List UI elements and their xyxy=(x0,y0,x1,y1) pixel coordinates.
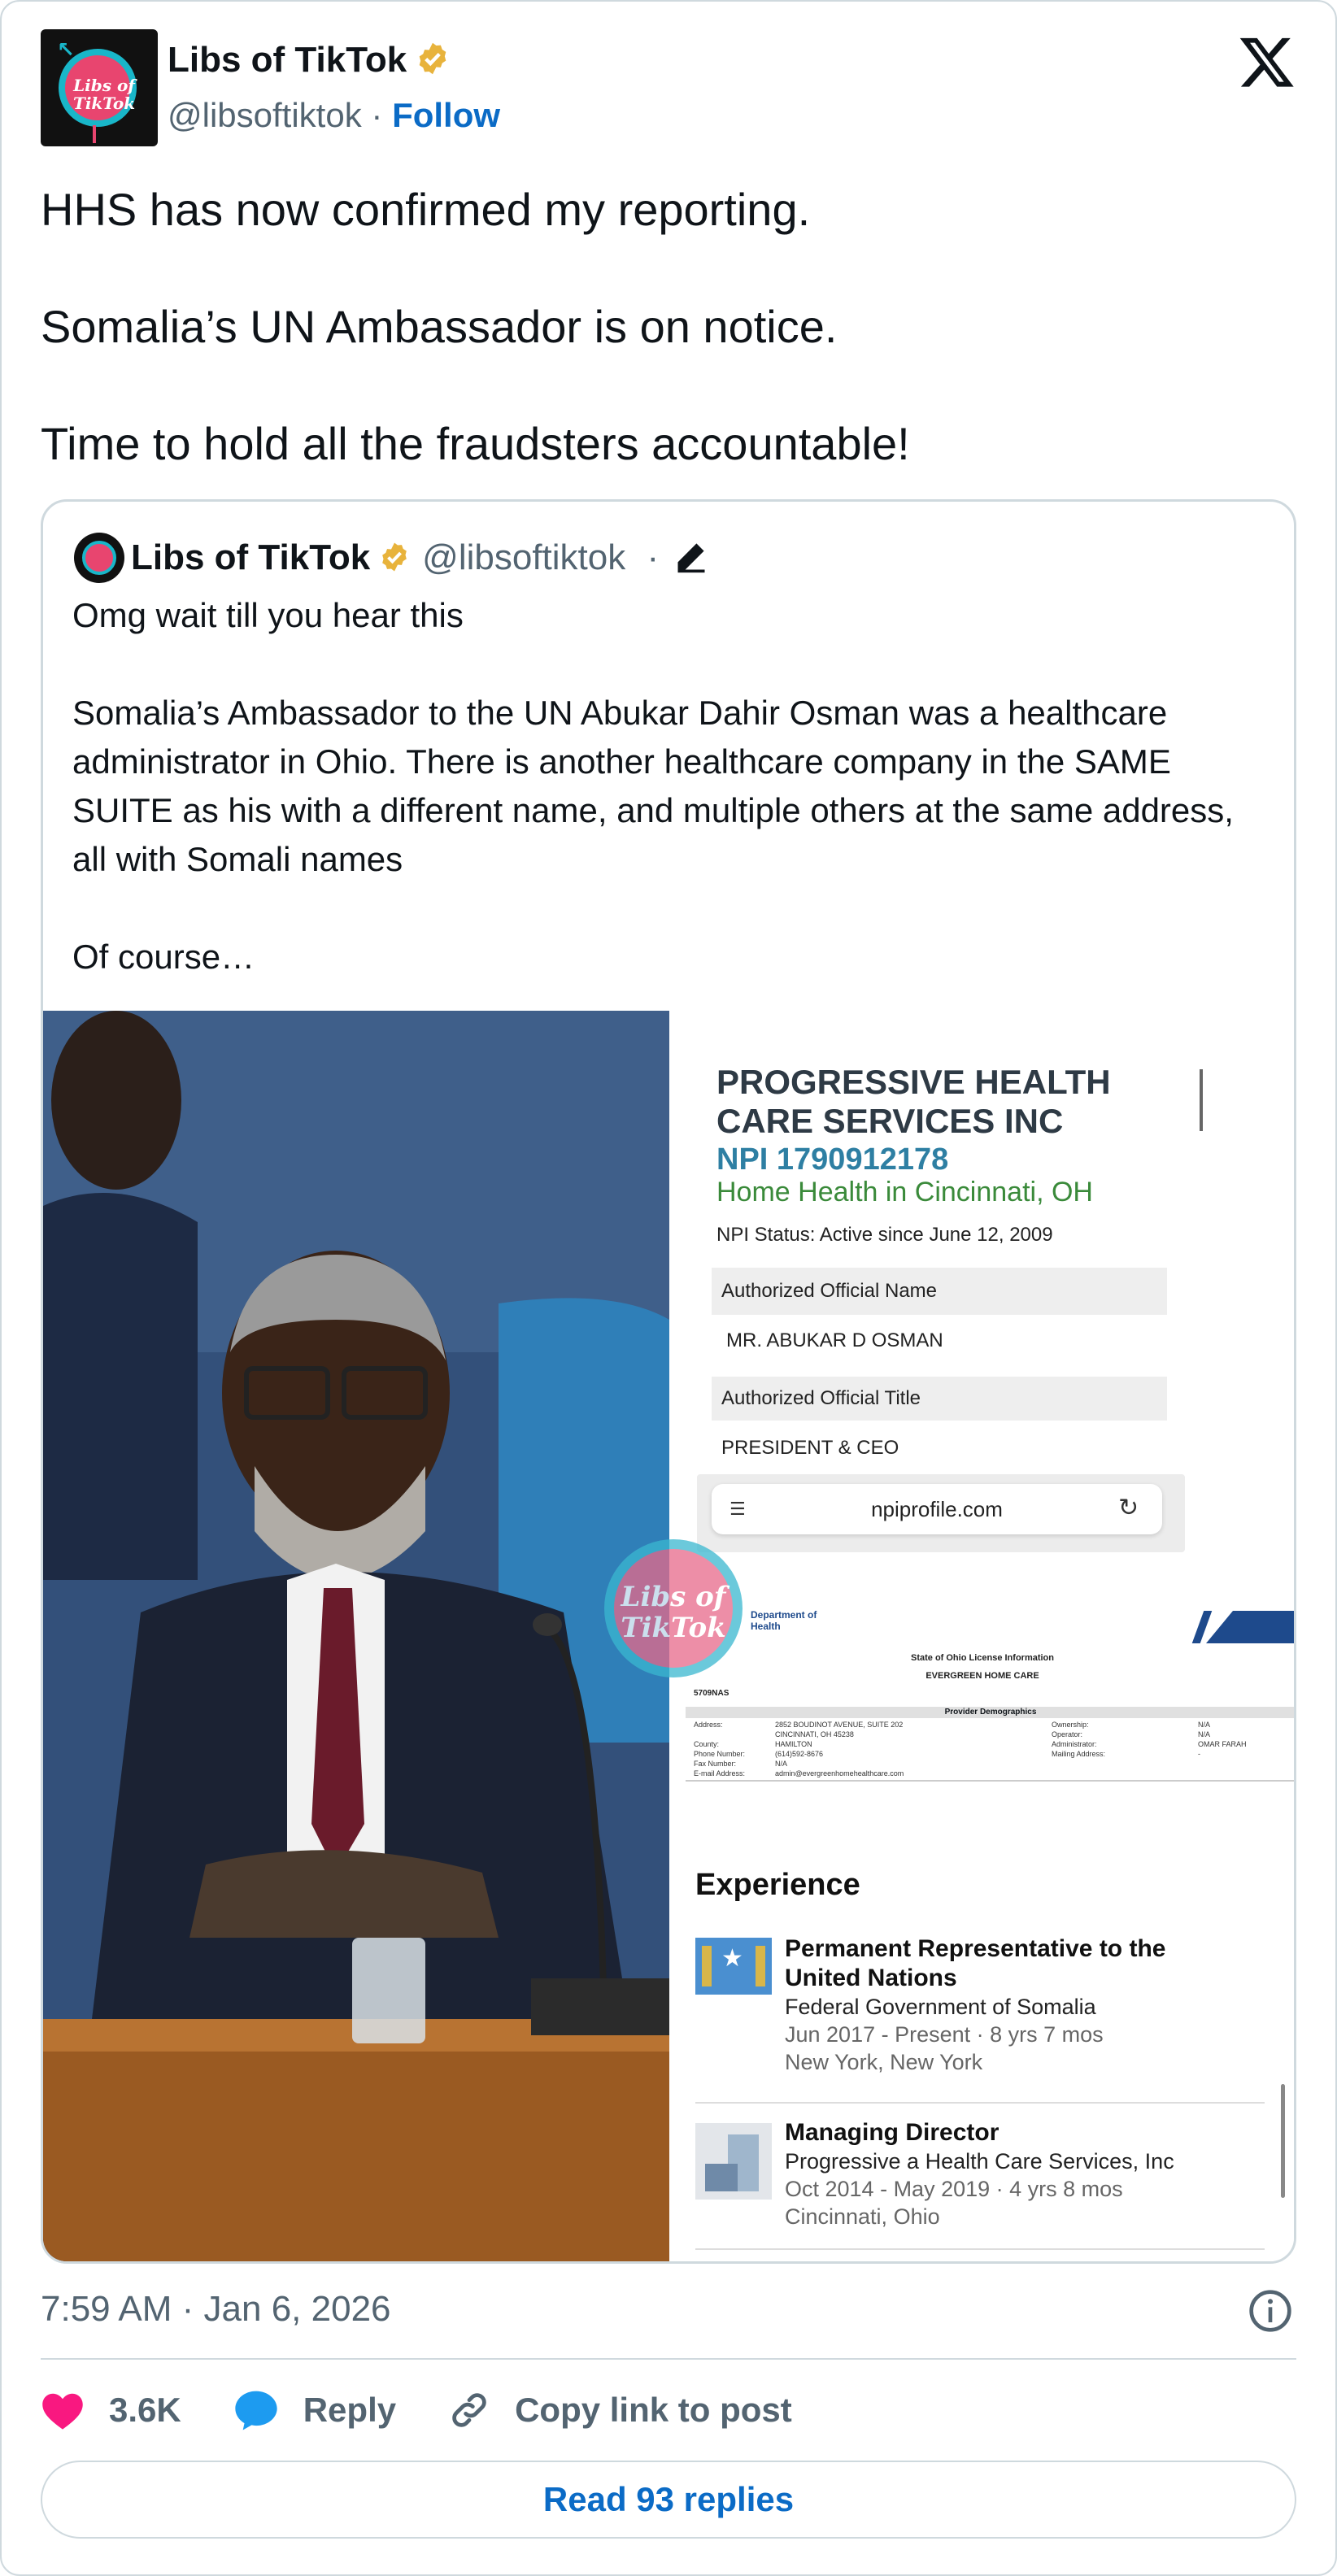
company-name-line: CARE SERVICES INC xyxy=(716,1102,1064,1140)
quoted-paragraph: Omg wait till you hear this xyxy=(72,596,464,634)
experience-location: Cincinnati, Ohio xyxy=(785,2204,940,2229)
link-icon xyxy=(452,2393,486,2427)
license-id: 5709NAS xyxy=(694,1689,729,1698)
author-handle[interactable]: @libsoftiktok xyxy=(168,96,362,134)
experience-location: New York, New York xyxy=(785,2050,983,2074)
heart-icon xyxy=(42,2393,83,2430)
official-name: MR. ABUKAR D OSMAN xyxy=(726,1329,943,1351)
experience-heading: Experience xyxy=(695,1868,860,1902)
provider-demographics-header: Provider Demographics xyxy=(686,1707,1294,1718)
copy-link-button[interactable]: Copy link to post xyxy=(448,2389,792,2431)
verified-badge-icon xyxy=(419,42,446,75)
watermark-text: Libs of xyxy=(621,1581,726,1613)
separator-dot: · xyxy=(371,96,383,134)
tweet-paragraph: Time to hold all the fraudsters accounta… xyxy=(41,418,910,469)
quoted-tweet[interactable]: Libs of TikTok @libsoftiktok · Omg wait t… xyxy=(41,499,1296,2264)
text-cursor xyxy=(1200,1069,1203,1131)
experience-dates: Jun 2017 - Present · 8 yrs 7 mos xyxy=(785,2022,1104,2047)
ambassador-photo[interactable] xyxy=(43,1011,669,2261)
experience-title: United Nations xyxy=(785,1965,957,1991)
action-bar: 3.6K Reply Copy link to post xyxy=(41,2384,844,2436)
edit-pencil-icon xyxy=(677,543,705,573)
quoted-author-avatar xyxy=(74,533,124,583)
quoted-author-handle: @libsoftiktok xyxy=(422,537,626,577)
watermark-text: TikTok xyxy=(621,1612,726,1644)
provider-category: Home Health in Cincinnati, OH xyxy=(716,1177,1093,1208)
somalia-emblem: ★ xyxy=(695,1938,772,1995)
tweet-card: ↖ Libs of TikTok Libs of TikTok @libsoft… xyxy=(0,0,1337,2576)
demographics-right: Ownership: N/A Operator: N/A Administrator… xyxy=(1052,1721,1247,1758)
tweet-paragraph: Somalia’s UN Ambassador is on notice. xyxy=(41,301,838,352)
logo-ring: Libs of TikTok xyxy=(59,49,137,127)
doc-banner xyxy=(1206,1611,1294,1643)
timestamp[interactable]: 7:59 AM · Jan 6, 2026 xyxy=(41,2287,391,2332)
separator-dot: · xyxy=(647,537,660,577)
like-button[interactable]: 3.6K xyxy=(41,2390,181,2430)
divider xyxy=(41,2358,1296,2360)
company-name: PROGRESSIVE HEALTH CARE SERVICES INC xyxy=(716,1063,1172,1141)
logo-text: TikTok xyxy=(72,94,136,113)
url-text: npiprofile.com xyxy=(871,1497,1003,1521)
official-title-label: Authorized Official Title xyxy=(712,1377,1167,1421)
scrollbar[interactable] xyxy=(1281,2084,1285,2198)
quoted-paragraph: Somalia’s Ambassador to the UN Abukar Da… xyxy=(72,694,1234,878)
company-logo xyxy=(695,2123,772,2200)
like-count: 3.6K xyxy=(109,2391,181,2429)
watermark-logo: Libs of TikTok xyxy=(596,1531,751,1686)
experience-org: Federal Government of Somalia xyxy=(785,1995,1096,2019)
experience-org: Progressive a Health Care Services, Inc xyxy=(785,2149,1174,2174)
reply-button[interactable]: Reply xyxy=(233,2389,396,2431)
logo-stem xyxy=(93,125,96,143)
records-collage[interactable]: PROGRESSIVE HEALTH CARE SERVICES INC NPI… xyxy=(669,1011,1294,2261)
official-title: PRESIDENT & CEO xyxy=(721,1437,899,1459)
photo-illustration xyxy=(43,1011,669,2261)
author-avatar[interactable]: ↖ Libs of TikTok xyxy=(41,29,158,146)
npi-number: NPI 1790912178 xyxy=(716,1142,949,1177)
official-name-label: Authorized Official Name xyxy=(712,1268,1167,1315)
ohio-license-doc: Department of Health State of Ohio Licen… xyxy=(669,1580,1294,1783)
author-handle-row: @libsoftiktok · Follow xyxy=(168,93,500,138)
quoted-author-name: Libs of TikTok xyxy=(131,537,371,577)
x-logo-icon[interactable] xyxy=(1238,33,1296,91)
copy-link-label: Copy link to post xyxy=(515,2391,792,2429)
dept-header: Department of Health xyxy=(751,1609,817,1632)
license-title: State of Ohio License Information xyxy=(910,1653,1055,1663)
read-replies-button[interactable]: Read 93 replies xyxy=(41,2461,1296,2539)
quoted-paragraph: Of course… xyxy=(72,938,255,976)
reload-icon[interactable]: ↻ xyxy=(1118,1494,1139,1522)
experience-dates: Oct 2014 - May 2019 · 4 yrs 8 mos xyxy=(785,2177,1123,2201)
url-bar[interactable]: ☰ npiprofile.com ↻ xyxy=(712,1484,1162,1534)
reply-label: Reply xyxy=(303,2391,397,2429)
experience-item[interactable]: Permanent Representative to the United N… xyxy=(785,1934,1273,2076)
author-name[interactable]: Libs of TikTok xyxy=(168,40,407,80)
demographics-left: Address: 2852 BOUDINOT AVENUE, SUITE 202 … xyxy=(694,1721,904,1778)
follow-button[interactable]: Follow xyxy=(392,96,500,134)
company-name-line: PROGRESSIVE HEALTH xyxy=(716,1063,1111,1101)
npi-status: NPI Status: Active since June 12, 2009 xyxy=(716,1224,1053,1246)
author-name-row[interactable]: Libs of TikTok xyxy=(168,37,451,83)
verified-badge-icon xyxy=(382,542,407,572)
info-icon[interactable] xyxy=(1248,2288,1293,2334)
experience-item[interactable]: Managing Director Progressive a Health C… xyxy=(785,2118,1273,2230)
logo-text: Libs of xyxy=(73,76,135,95)
tweet-paragraph: HHS has now confirmed my reporting. xyxy=(41,184,811,235)
quoted-text: Omg wait till you hear this Somalia’s Am… xyxy=(72,591,1276,1030)
reply-bubble-icon xyxy=(235,2391,277,2430)
quoted-author-row: Libs of TikTok @libsoftiktok · xyxy=(131,533,709,583)
experience-title: Permanent Representative to the xyxy=(785,1935,1166,1962)
license-company: EVERGREEN HOME CARE xyxy=(925,1671,1039,1681)
tweet-text: HHS has now confirmed my reporting. Soma… xyxy=(41,181,1293,532)
experience-title: Managing Director xyxy=(785,2119,999,2146)
